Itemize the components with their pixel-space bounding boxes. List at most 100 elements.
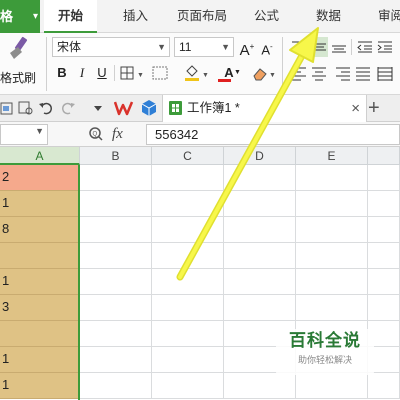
grid-cell[interactable] bbox=[296, 373, 368, 399]
borders-button[interactable]: ▼ bbox=[118, 63, 146, 83]
grid-cell[interactable] bbox=[80, 295, 152, 321]
grid-cell[interactable] bbox=[368, 217, 400, 243]
cell-a[interactable]: 1 bbox=[0, 373, 79, 399]
column-header-d[interactable]: D bbox=[224, 147, 296, 165]
underline-button[interactable]: U bbox=[94, 63, 110, 83]
customize-toolbar-button[interactable] bbox=[92, 101, 104, 115]
spreadsheet-icon bbox=[169, 101, 182, 115]
formula-input[interactable]: 556342 bbox=[146, 124, 400, 145]
grid-cell[interactable] bbox=[296, 165, 368, 191]
distributed-align-button[interactable] bbox=[376, 63, 394, 83]
grid-cell[interactable] bbox=[296, 295, 368, 321]
redo-button[interactable] bbox=[60, 100, 76, 116]
find-button[interactable]: Q bbox=[88, 126, 104, 142]
name-box[interactable]: ▼ bbox=[0, 124, 48, 145]
grid-cell[interactable] bbox=[368, 269, 400, 295]
cell-a[interactable]: 1 bbox=[0, 191, 79, 217]
shrink-font-button[interactable]: A- bbox=[258, 37, 276, 57]
grid-cell[interactable] bbox=[368, 165, 400, 191]
column-header-a[interactable]: A bbox=[0, 147, 80, 165]
clear-format-button[interactable]: ▼ bbox=[250, 63, 278, 83]
grid-cell[interactable] bbox=[368, 191, 400, 217]
tab-home[interactable]: 开始 bbox=[44, 0, 98, 33]
cloud-docs-button[interactable] bbox=[140, 99, 158, 117]
grid-cell[interactable] bbox=[152, 165, 224, 191]
grid-cell[interactable] bbox=[224, 191, 296, 217]
grid-cell[interactable] bbox=[80, 165, 152, 191]
grid-cell[interactable] bbox=[152, 295, 224, 321]
grid-cell[interactable] bbox=[152, 191, 224, 217]
grid-cell[interactable] bbox=[152, 321, 224, 347]
grid-cell[interactable] bbox=[224, 243, 296, 269]
grid-cell[interactable] bbox=[224, 217, 296, 243]
close-tab-button[interactable]: × bbox=[351, 95, 360, 122]
print-button[interactable] bbox=[18, 100, 34, 116]
grid-cell[interactable] bbox=[152, 243, 224, 269]
wps-home-button[interactable] bbox=[114, 99, 134, 117]
grid-cell[interactable] bbox=[368, 243, 400, 269]
grid-cell[interactable] bbox=[224, 269, 296, 295]
grid-cell[interactable] bbox=[368, 373, 400, 399]
merge-button[interactable] bbox=[150, 63, 170, 83]
tab-workbook1[interactable]: 工作簿1 * × bbox=[162, 95, 367, 122]
grid-cell[interactable] bbox=[80, 269, 152, 295]
grid-cell[interactable] bbox=[224, 165, 296, 191]
tab-review[interactable]: 审阅 bbox=[378, 0, 400, 33]
cell-a[interactable]: 2 bbox=[0, 165, 79, 191]
format-painter-button[interactable]: 格式刷 bbox=[0, 35, 44, 93]
grid-cell[interactable] bbox=[296, 191, 368, 217]
grid-cell[interactable] bbox=[296, 217, 368, 243]
grid-cell[interactable] bbox=[152, 269, 224, 295]
insert-function-button[interactable]: fx bbox=[112, 122, 123, 147]
grid-cell[interactable] bbox=[152, 217, 224, 243]
justify-button[interactable] bbox=[354, 63, 372, 83]
grid-cell[interactable] bbox=[368, 295, 400, 321]
align-bottom-button[interactable] bbox=[330, 37, 348, 57]
grid-cell[interactable] bbox=[296, 269, 368, 295]
print-preview-button[interactable] bbox=[0, 100, 14, 116]
grid-cell[interactable] bbox=[296, 243, 368, 269]
tab-insert[interactable]: 插入 bbox=[123, 0, 148, 33]
grow-font-button[interactable]: A+ bbox=[238, 37, 256, 59]
align-right-icon bbox=[336, 67, 350, 81]
grid-cell[interactable] bbox=[224, 373, 296, 399]
cell-a[interactable]: 8 bbox=[0, 217, 79, 243]
increase-indent-button[interactable] bbox=[376, 37, 394, 57]
font-color-button[interactable]: A ▼ bbox=[214, 63, 244, 83]
cell-a[interactable] bbox=[0, 243, 79, 269]
align-right-button[interactable] bbox=[334, 63, 352, 83]
tab-page-layout[interactable]: 页面布局 bbox=[177, 0, 227, 33]
tab-data[interactable]: 数据 bbox=[316, 0, 341, 33]
decrease-indent-button[interactable] bbox=[356, 37, 374, 57]
bold-button[interactable]: B bbox=[54, 63, 70, 83]
undo-button[interactable] bbox=[38, 100, 54, 116]
column-header-c[interactable]: C bbox=[152, 147, 224, 165]
new-tab-button[interactable]: + bbox=[368, 95, 380, 122]
column-header-e[interactable]: E bbox=[296, 147, 368, 165]
font-name-select[interactable]: 宋体 ▼ bbox=[52, 37, 170, 57]
grid-cell[interactable] bbox=[80, 191, 152, 217]
italic-button[interactable]: I bbox=[74, 63, 90, 83]
column-header-f[interactable] bbox=[368, 147, 400, 165]
grid-cell[interactable] bbox=[80, 217, 152, 243]
grid-cell[interactable] bbox=[152, 347, 224, 373]
grid-cell[interactable] bbox=[80, 347, 152, 373]
cell-a[interactable] bbox=[0, 321, 79, 347]
font-size-select[interactable]: 11 ▼ bbox=[174, 37, 234, 57]
fill-color-button[interactable]: ▼ bbox=[182, 63, 212, 83]
column-header-b[interactable]: B bbox=[80, 147, 152, 165]
tab-formulas[interactable]: 公式 bbox=[254, 0, 279, 33]
grid-cell[interactable] bbox=[80, 243, 152, 269]
align-top-button[interactable] bbox=[290, 37, 308, 57]
grid-cell[interactable] bbox=[80, 373, 152, 399]
cell-a[interactable]: 3 bbox=[0, 295, 79, 321]
cell-a[interactable]: 1 bbox=[0, 347, 79, 373]
align-left-button[interactable] bbox=[290, 63, 308, 83]
cell-a[interactable]: 1 bbox=[0, 269, 79, 295]
grid-cell[interactable] bbox=[152, 373, 224, 399]
align-middle-button[interactable] bbox=[310, 37, 328, 57]
grid-cell[interactable] bbox=[224, 295, 296, 321]
app-menu-button[interactable]: 格 ▾ bbox=[0, 0, 40, 33]
grid-cell[interactable] bbox=[80, 321, 152, 347]
align-center-button[interactable] bbox=[310, 63, 328, 83]
